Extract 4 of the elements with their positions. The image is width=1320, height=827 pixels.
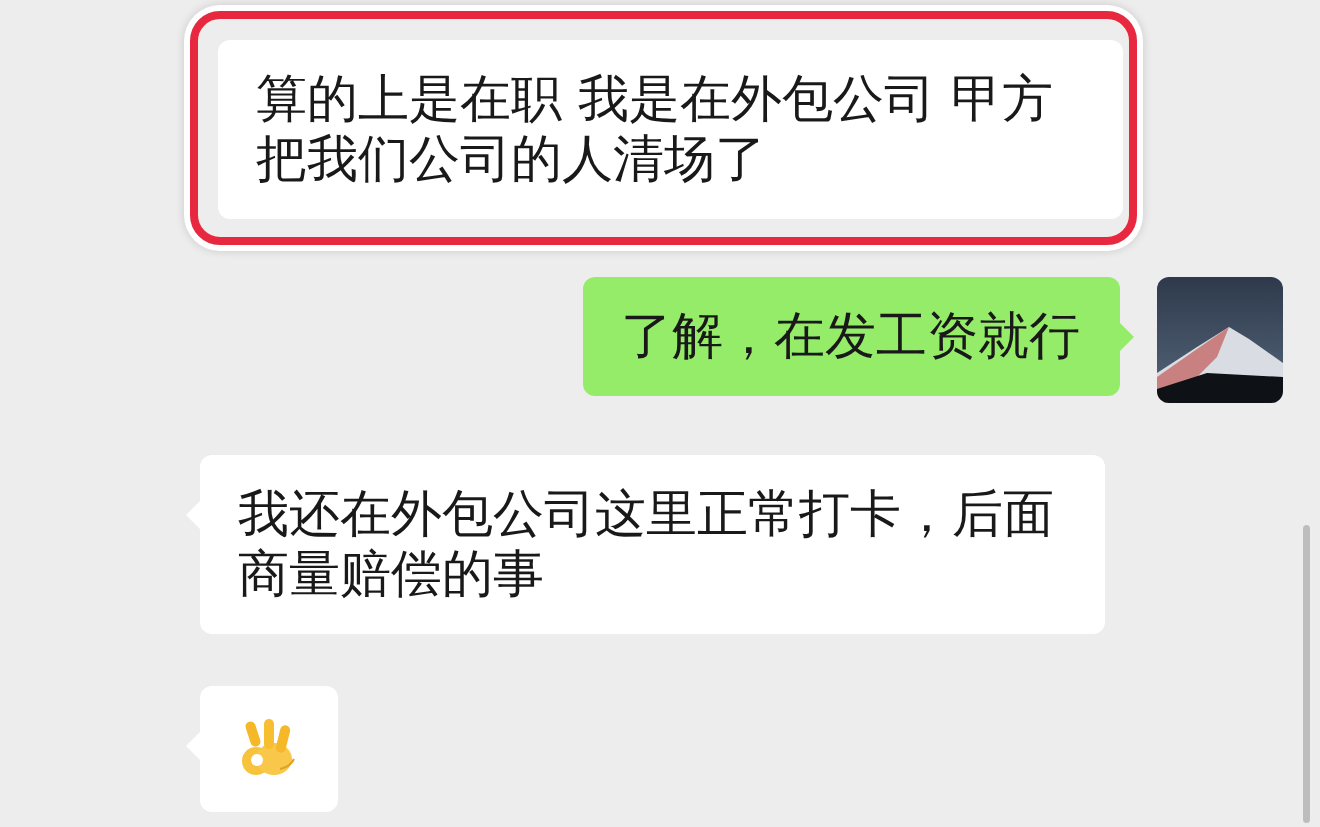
avatar-image[interactable] xyxy=(1157,277,1283,403)
bubble-tail xyxy=(1120,323,1134,351)
message-bubble: 算的上是在职 我是在外包公司 甲方把我们公司的人清场了 xyxy=(218,40,1123,219)
scrollbar[interactable] xyxy=(1303,525,1310,823)
